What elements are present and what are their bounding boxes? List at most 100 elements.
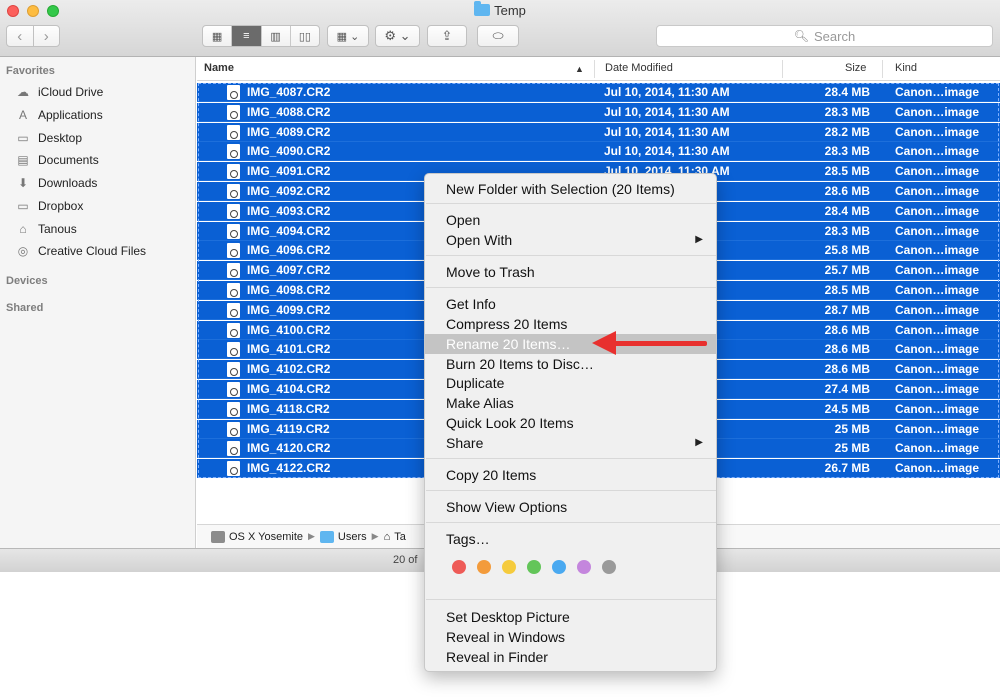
menu-item-duplicate[interactable]: Duplicate <box>425 373 716 393</box>
file-name: IMG_4102.CR2 <box>247 362 331 377</box>
sidebar-item-desktop[interactable]: ▭ Desktop <box>14 128 82 148</box>
file-kind: Canon…image <box>895 421 980 436</box>
tag-color-dot[interactable] <box>552 560 566 574</box>
file-row[interactable]: IMG_4087.CR2 Jul 10, 2014, 11:30 AM 28.4 M… <box>197 83 1000 102</box>
menu-item-get-info[interactable]: Get Info <box>425 294 716 314</box>
submenu-arrow-icon: ▶ <box>695 234 703 245</box>
path-item-disk[interactable]: OS X Yosemite <box>229 531 303 543</box>
context-menu: New Folder with Selection (20 Items) Ope… <box>424 173 717 672</box>
sidebar-item-documents[interactable]: ▤ Documents <box>14 150 98 170</box>
tag-button[interactable]: ⬭ <box>477 25 519 47</box>
file-kind: Canon…image <box>895 461 980 476</box>
menu-item-compress[interactable]: Compress 20 Items <box>425 314 716 334</box>
arrange-button[interactable]: ▦ ⌄ <box>327 25 369 47</box>
raw-image-file-icon <box>227 164 240 180</box>
file-size: 26.7 MB <box>824 461 870 476</box>
action-button[interactable]: ⚙ ⌄ <box>375 25 420 47</box>
cover-flow-icon[interactable]: ▯▯ <box>291 26 319 46</box>
raw-image-file-icon <box>227 283 240 298</box>
file-kind: Canon…image <box>895 104 980 119</box>
file-size: 28.6 MB <box>824 342 870 357</box>
sidebar-item-dropbox[interactable]: ▭ Dropbox <box>14 196 83 216</box>
sidebar-item-creative-cloud-files[interactable]: ◎ Creative Cloud Files <box>14 241 146 261</box>
file-name: IMG_4098.CR2 <box>247 283 331 297</box>
file-size: 28.6 MB <box>824 362 870 377</box>
chevron-right-icon: ▶ <box>308 531 315 541</box>
file-name: IMG_4088.CR2 <box>247 104 331 119</box>
folder-icon: ▭ <box>17 199 29 213</box>
raw-image-file-icon <box>227 263 240 279</box>
menu-item-set-desktop-picture[interactable]: Set Desktop Picture <box>425 607 716 627</box>
menu-item-reveal-in-windows[interactable]: Reveal in Windows <box>425 627 716 647</box>
file-kind: Canon…image <box>895 263 980 278</box>
back-forward-group: ‹ › <box>6 25 60 47</box>
chevron-right-icon[interactable]: › <box>34 28 60 45</box>
tag-color-dot[interactable] <box>602 560 616 574</box>
column-header-name[interactable]: Name <box>204 62 234 74</box>
sidebar-item-tanous[interactable]: ⌂ Tanous <box>14 219 76 239</box>
file-size: 24.5 MB <box>824 401 870 416</box>
tag-color-dot[interactable] <box>577 560 591 574</box>
file-date-modified: Jul 10, 2014, 11:30 AM <box>604 144 730 159</box>
icon-view-icon[interactable]: ▦ <box>203 26 233 46</box>
file-kind: Canon…image <box>895 203 980 218</box>
tag-color-dot[interactable] <box>477 560 491 574</box>
menu-item-make-alias[interactable]: Make Alias <box>425 393 716 413</box>
raw-image-file-icon <box>227 421 240 437</box>
file-size: 28.3 MB <box>824 223 870 238</box>
raw-image-file-icon <box>227 401 240 417</box>
sidebar-header-devices[interactable]: Devices <box>6 275 48 287</box>
annotation-arrow-shaft <box>612 341 707 346</box>
file-kind: Canon…image <box>895 243 980 258</box>
menu-item-share[interactable]: Share ▶ <box>425 433 716 453</box>
raw-image-file-icon <box>227 441 240 457</box>
arrange-grid-icon: ▦ ⌄ <box>336 30 360 43</box>
tag-color-dot[interactable] <box>452 560 466 574</box>
raw-image-file-icon <box>227 461 240 477</box>
applications-icon: A <box>18 108 27 122</box>
chevron-left-icon[interactable]: ‹ <box>7 28 33 45</box>
sidebar-item-downloads[interactable]: ⬇ Downloads <box>14 173 97 193</box>
search-input[interactable]: 🔍︎ Search <box>656 25 993 47</box>
file-name: IMG_4101.CR2 <box>247 342 331 357</box>
column-header-date-modified[interactable]: Date Modified <box>605 62 673 74</box>
list-view-icon[interactable]: ≡ <box>232 26 262 46</box>
menu-item-new-folder-with-selection[interactable]: New Folder with Selection (20 Items) <box>425 179 716 199</box>
tag-color-dot[interactable] <box>527 560 541 574</box>
menu-item-open[interactable]: Open <box>425 210 716 230</box>
path-item-users[interactable]: Users <box>338 531 367 543</box>
file-row[interactable]: IMG_4089.CR2 Jul 10, 2014, 11:30 AM 28.2 M… <box>197 122 1000 142</box>
path-item-home[interactable]: Ta <box>394 531 406 543</box>
file-date-modified: Jul 10, 2014, 11:30 AM <box>604 85 730 99</box>
raw-image-file-icon <box>227 184 240 199</box>
downloads-icon: ⬇ <box>17 176 29 190</box>
sidebar-header-shared[interactable]: Shared <box>6 302 43 314</box>
file-kind: Canon…image <box>895 322 980 337</box>
menu-item-quick-look[interactable]: Quick Look 20 Items <box>425 413 716 433</box>
raw-image-file-icon <box>227 342 240 358</box>
menu-item-reveal-in-finder[interactable]: Reveal in Finder <box>425 647 716 667</box>
file-size: 28.2 MB <box>824 124 870 139</box>
tag-color-dot[interactable] <box>502 560 516 574</box>
column-header-kind[interactable]: Kind <box>895 62 917 74</box>
home-icon: ⌂ <box>383 530 391 543</box>
file-row[interactable]: IMG_4088.CR2 Jul 10, 2014, 11:30 AM 28.3 M… <box>197 102 1000 122</box>
menu-item-copy[interactable]: Copy 20 Items <box>425 465 716 485</box>
sidebar-item-icloud-drive[interactable]: ☁ iCloud Drive <box>14 82 103 102</box>
file-name: IMG_4094.CR2 <box>247 223 331 238</box>
sidebar-item-applications[interactable]: A Applications <box>14 105 103 125</box>
share-button[interactable]: ⇪ <box>427 25 467 47</box>
column-header-size[interactable]: Size <box>845 62 866 74</box>
file-name: IMG_4100.CR2 <box>247 322 331 337</box>
menu-item-show-view-options[interactable]: Show View Options <box>425 497 716 517</box>
column-view-icon[interactable]: ▥ <box>262 26 291 46</box>
menu-item-open-with[interactable]: Open With ▶ <box>425 230 716 250</box>
file-row[interactable]: IMG_4090.CR2 Jul 10, 2014, 11:30 AM 28.3 M… <box>197 142 1000 162</box>
share-icon: ⇪ <box>441 28 453 43</box>
menu-item-move-to-trash[interactable]: Move to Trash <box>425 262 716 282</box>
search-icon: 🔍︎ <box>793 29 810 43</box>
menu-item-tags[interactable]: Tags… <box>425 529 716 549</box>
window-title: Temp <box>0 1 1000 18</box>
gear-icon: ⚙ ⌄ <box>384 28 411 43</box>
menu-item-burn-to-disc[interactable]: Burn 20 Items to Disc… <box>425 354 716 374</box>
